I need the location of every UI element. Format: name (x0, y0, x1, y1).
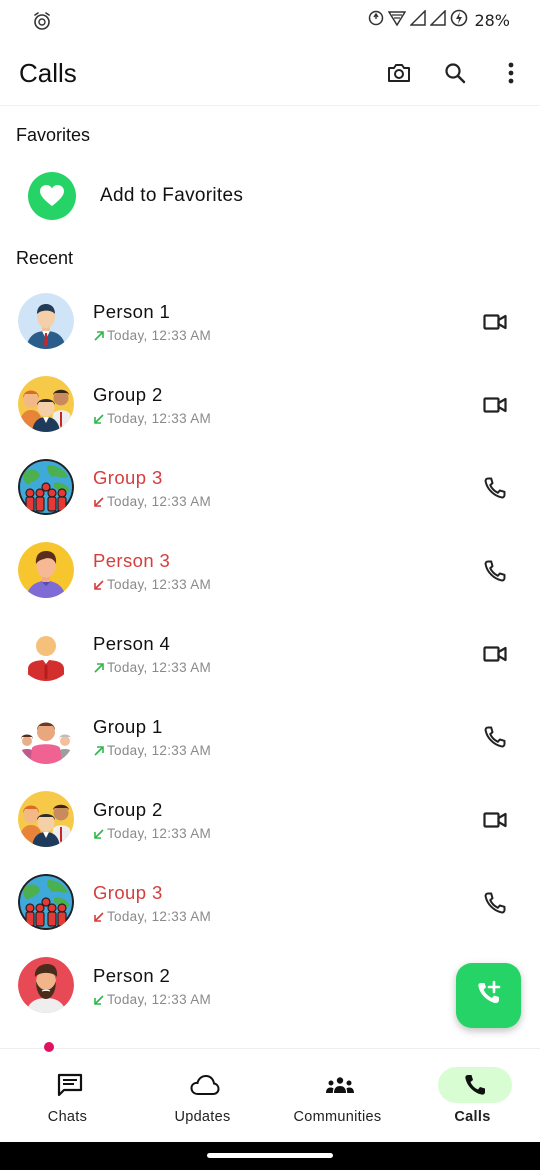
call-time: Today, 12:33 AM (107, 909, 212, 924)
communities-icon (303, 1067, 377, 1103)
heart-icon (28, 172, 76, 220)
page-title: Calls (19, 58, 77, 88)
outgoing-arrow-icon (93, 745, 105, 757)
avatar[interactable] (18, 293, 74, 349)
call-time: Today, 12:33 AM (107, 660, 212, 675)
contact-name: Person 1 (93, 301, 171, 322)
avatar[interactable] (18, 625, 74, 681)
chat-icon (33, 1067, 107, 1103)
avatar[interactable] (18, 874, 74, 930)
incoming-arrow-icon (93, 828, 105, 840)
call-time: Today, 12:33 AM (107, 826, 212, 841)
call-meta: Today, 12:33 AM (93, 660, 211, 675)
call-row[interactable]: Group 3 Today, 12:33 AM (0, 861, 540, 944)
recent-label: Recent (16, 248, 74, 268)
video-call-icon[interactable] (482, 807, 508, 833)
avatar[interactable] (18, 957, 74, 1013)
call-time: Today, 12:33 AM (107, 494, 212, 509)
call-meta: Today, 12:33 AM (93, 826, 211, 841)
call-row[interactable]: Group 3 Today, 12:33 AM (0, 446, 540, 529)
nav-calls-label: Calls (454, 1109, 491, 1125)
call-row[interactable]: Group 2 Today, 12:33 AM (0, 778, 540, 861)
data-saver-icon (368, 10, 384, 31)
contact-name: Group 3 (93, 467, 163, 488)
call-row[interactable]: Group 1 Today, 12:33 AM (0, 695, 540, 778)
nav-communities[interactable]: Communities (270, 1049, 405, 1143)
call-meta: Today, 12:33 AM (93, 992, 211, 1007)
phone-icon (438, 1067, 512, 1103)
incoming-arrow-icon (93, 911, 105, 923)
new-call-button[interactable] (456, 963, 521, 1028)
nav-communities-label: Communities (293, 1109, 382, 1125)
call-time: Today, 12:33 AM (107, 992, 212, 1007)
add-to-favorites-label: Add to Favorites (100, 185, 244, 206)
call-row[interactable]: Person 3 Today, 12:33 AM (0, 529, 540, 612)
voice-call-icon[interactable] (482, 890, 508, 916)
voice-call-icon[interactable] (482, 558, 508, 584)
video-call-icon[interactable] (482, 309, 508, 335)
nav-chats[interactable]: Chats (0, 1049, 135, 1143)
favorites-label: Favorites (16, 125, 91, 145)
call-time: Today, 12:33 AM (107, 577, 212, 592)
gesture-bar (0, 1142, 540, 1170)
status-icons: 28% (368, 8, 510, 32)
search-icon[interactable] (442, 60, 468, 86)
call-meta: Today, 12:33 AM (93, 494, 211, 509)
call-time: Today, 12:33 AM (107, 743, 212, 758)
add-to-favorites-row[interactable]: Add to Favorites (0, 170, 540, 224)
incoming-arrow-icon (93, 413, 105, 425)
outgoing-arrow-icon (93, 662, 105, 674)
avatar[interactable] (18, 459, 74, 515)
nav-updates-label: Updates (174, 1109, 231, 1125)
camera-icon[interactable] (386, 60, 412, 86)
alarm-icon (32, 11, 52, 31)
video-call-icon[interactable] (482, 641, 508, 667)
call-time: Today, 12:33 AM (107, 411, 212, 426)
incoming-arrow-icon (93, 994, 105, 1006)
battery-charging-icon (450, 9, 468, 32)
contact-name: Person 4 (93, 633, 171, 654)
avatar[interactable] (18, 791, 74, 847)
wifi-icon (388, 10, 407, 31)
contact-name: Group 2 (93, 384, 163, 405)
incoming-arrow-icon (93, 496, 105, 508)
outgoing-arrow-icon (93, 330, 105, 342)
call-row[interactable]: Person 1 Today, 12:33 AM (0, 280, 540, 363)
nav-chats-label: Chats (47, 1109, 88, 1125)
home-handle[interactable] (207, 1153, 333, 1158)
video-call-icon[interactable] (482, 392, 508, 418)
signal-icon-2 (429, 8, 447, 31)
status-bar: 28% (0, 0, 540, 40)
contact-name: Group 2 (93, 799, 163, 820)
cloud-icon (168, 1067, 242, 1103)
nav-calls[interactable]: Calls (405, 1049, 540, 1143)
call-meta: Today, 12:33 AM (93, 577, 211, 592)
bottom-navigation: Chats Updates Communities Calls (0, 1042, 540, 1143)
call-meta: Today, 12:33 AM (93, 411, 211, 426)
more-vert-icon[interactable] (498, 60, 524, 86)
call-time: Today, 12:33 AM (107, 328, 212, 343)
avatar[interactable] (18, 542, 74, 598)
contact-name: Group 1 (93, 716, 163, 737)
nav-updates[interactable]: Updates (135, 1049, 270, 1143)
call-row[interactable]: Person 4 Today, 12:33 AM (0, 612, 540, 695)
contact-name: Person 3 (93, 550, 171, 571)
battery-percent: 28% (474, 10, 510, 30)
call-meta: Today, 12:33 AM (93, 909, 211, 924)
call-meta: Today, 12:33 AM (93, 328, 211, 343)
contact-name: Person 2 (93, 965, 171, 986)
voice-call-icon[interactable] (482, 724, 508, 750)
incoming-arrow-icon (93, 579, 105, 591)
avatar[interactable] (18, 376, 74, 432)
call-meta: Today, 12:33 AM (93, 743, 211, 758)
signal-icon (409, 8, 427, 31)
contact-name: Group 3 (93, 882, 163, 903)
call-row[interactable]: Group 2 Today, 12:33 AM (0, 363, 540, 446)
avatar[interactable] (18, 708, 74, 764)
voice-call-icon[interactable] (482, 475, 508, 501)
add-call-icon (475, 979, 503, 1012)
call-list: Person 1 Today, 12:33 AM Group 2 Today, 12:… (0, 280, 540, 1027)
app-bar: Calls (0, 40, 540, 106)
